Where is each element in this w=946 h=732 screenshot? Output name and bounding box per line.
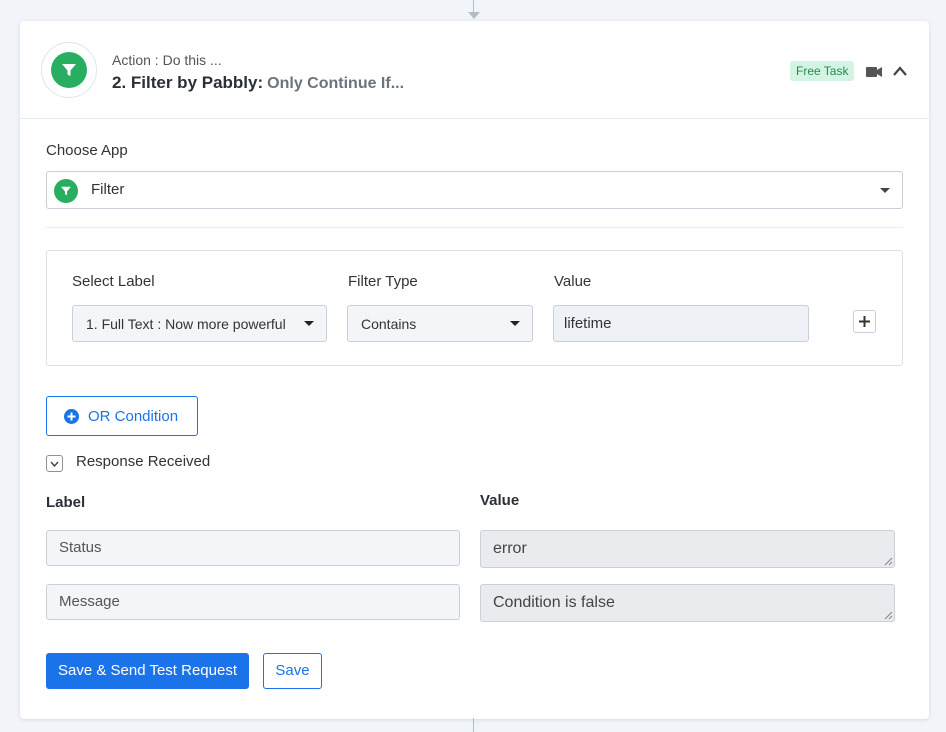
step-title: 2. Filter by Pabbly: Only Continue If... bbox=[112, 73, 404, 93]
filter-condition-panel: Select Label Filter Type Value 1. Full T… bbox=[46, 250, 903, 366]
app-logo bbox=[41, 42, 97, 98]
response-label-header: Label bbox=[46, 494, 86, 511]
or-condition-label: OR Condition bbox=[88, 408, 179, 425]
app-select-value: Filter bbox=[91, 181, 125, 198]
response-value-text: error bbox=[493, 540, 527, 557]
select-label-header: Select Label bbox=[72, 273, 155, 290]
filter-type-dropdown[interactable]: Contains bbox=[347, 305, 533, 342]
step-subtitle: Only Continue If... bbox=[267, 75, 405, 92]
response-label-field: Status bbox=[46, 530, 460, 566]
plus-icon bbox=[859, 316, 870, 327]
caret-down-icon bbox=[880, 188, 890, 193]
response-value-field[interactable]: Condition is false bbox=[480, 584, 895, 622]
action-step-card: Action : Do this ... 2. Filter by Pabbly… bbox=[20, 21, 929, 719]
select-label-dropdown[interactable]: 1. Full Text : Now more powerful bbox=[72, 305, 327, 342]
filter-type-header: Filter Type bbox=[348, 273, 418, 290]
or-condition-button[interactable]: OR Condition bbox=[46, 396, 198, 436]
step-header[interactable]: Action : Do this ... 2. Filter by Pabbly… bbox=[20, 21, 929, 119]
connector-line-bottom bbox=[473, 718, 474, 732]
add-condition-button[interactable] bbox=[853, 310, 876, 333]
video-icon[interactable] bbox=[866, 66, 882, 78]
filter-type-value: Contains bbox=[361, 316, 417, 332]
filter-icon bbox=[62, 64, 76, 76]
section-divider bbox=[46, 227, 903, 228]
save-button[interactable]: Save bbox=[263, 653, 322, 689]
resize-grip-icon bbox=[884, 611, 893, 620]
step-title-text: 2. Filter by Pabbly: bbox=[112, 73, 264, 92]
chevron-up-icon[interactable] bbox=[892, 64, 908, 78]
response-label-field: Message bbox=[46, 584, 460, 620]
value-header: Value bbox=[554, 273, 592, 290]
caret-down-icon bbox=[510, 321, 520, 326]
choose-app-select[interactable]: Filter bbox=[46, 171, 903, 209]
response-received-label: Response Received bbox=[76, 453, 211, 470]
connector-arrow bbox=[468, 12, 480, 19]
response-value-text: Condition is false bbox=[493, 594, 615, 611]
response-toggle[interactable] bbox=[46, 455, 63, 472]
free-task-badge: Free Task bbox=[790, 61, 855, 81]
filter-icon bbox=[61, 186, 71, 196]
response-value-field[interactable]: error bbox=[480, 530, 895, 568]
save-and-send-test-button[interactable]: Save & Send Test Request bbox=[46, 653, 249, 689]
action-label: Action : Do this ... bbox=[112, 52, 222, 68]
chevron-down-icon bbox=[50, 461, 59, 467]
select-label-value: 1. Full Text : Now more powerful bbox=[86, 316, 286, 332]
condition-value-input[interactable]: lifetime bbox=[553, 305, 809, 342]
plus-circle-icon bbox=[64, 409, 79, 424]
response-value-header: Value bbox=[480, 492, 520, 509]
resize-grip-icon bbox=[884, 557, 893, 566]
app-select-logo bbox=[54, 179, 78, 203]
choose-app-label: Choose App bbox=[46, 142, 128, 159]
caret-down-icon bbox=[304, 321, 314, 326]
